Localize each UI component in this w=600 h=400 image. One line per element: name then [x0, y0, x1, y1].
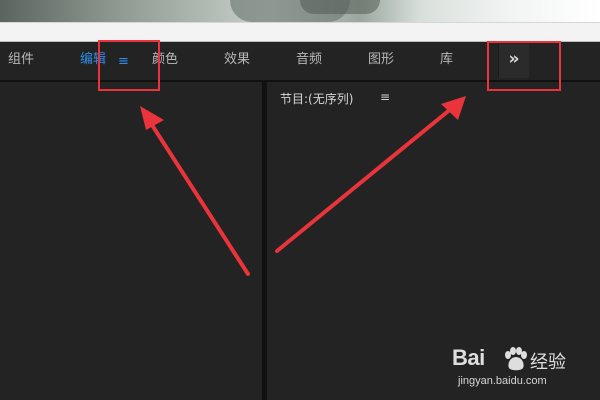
program-monitor-title[interactable]: 节目:(无序列) — [280, 90, 353, 107]
tab-assembly[interactable]: 组件 — [8, 42, 34, 80]
tab-audio[interactable]: 音频 — [296, 42, 322, 80]
annotation-box-overflow — [487, 41, 561, 91]
tab-effects[interactable]: 效果 — [224, 42, 250, 80]
tab-libraries[interactable]: 库 — [440, 42, 453, 80]
baidu-jingyan-watermark: Bai 经验 jingyan.baidu.com — [452, 345, 598, 395]
baidu-paw-icon — [505, 347, 527, 371]
tab-graphics[interactable]: 图形 — [368, 42, 394, 80]
hamburger-icon[interactable]: ≡ — [380, 90, 390, 104]
photo-shape — [300, 0, 380, 14]
background-photo-strip — [0, 0, 600, 22]
source-panel — [0, 82, 262, 400]
window-chrome-bar — [0, 22, 600, 42]
annotation-box-edit-menu — [98, 40, 160, 91]
watermark-url: jingyan.baidu.com — [458, 375, 547, 387]
watermark-brand: Bai — [452, 345, 485, 370]
watermark-jingyan: 经验 — [530, 352, 566, 373]
